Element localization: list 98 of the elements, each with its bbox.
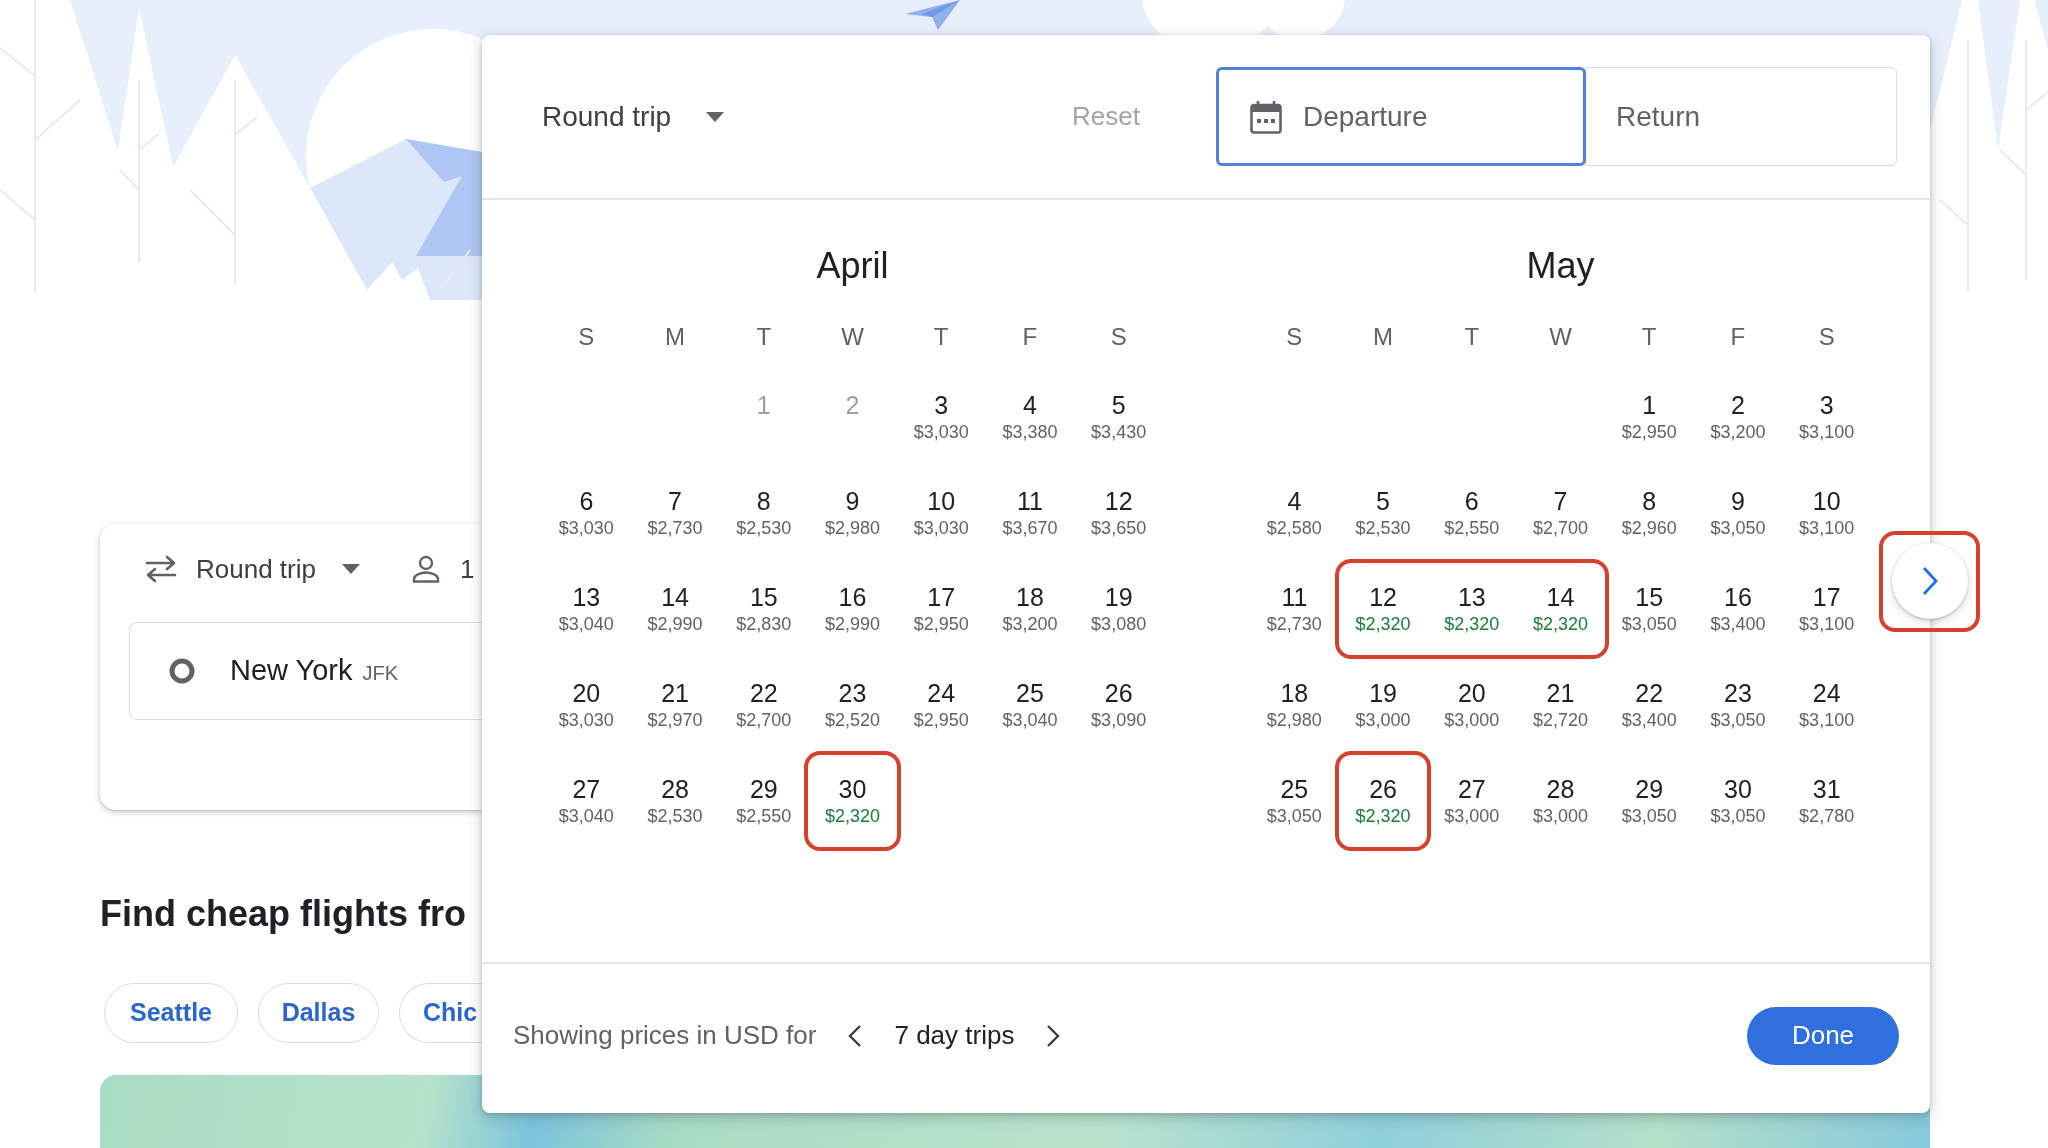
calendar-day[interactable]: 15 $3,050 <box>1604 561 1694 657</box>
calendar-day[interactable]: 30 $2,320 <box>808 753 897 849</box>
calendar-day[interactable]: 15 $2,830 <box>719 561 809 657</box>
weekday-label: W <box>840 322 865 352</box>
calendar-day[interactable]: 23 $3,050 <box>1693 657 1783 753</box>
calendar-day[interactable]: 28 $3,000 <box>1516 753 1605 849</box>
calendar-day[interactable]: 10 $3,100 <box>1782 465 1871 561</box>
calendar-day[interactable]: 1 $2,950 <box>1604 369 1694 465</box>
weekday-label: W <box>1548 322 1573 352</box>
calendar-day[interactable]: 31 $2,780 <box>1782 753 1871 849</box>
month-title: April <box>815 244 890 288</box>
calendar-day[interactable]: 16 $2,990 <box>808 561 897 657</box>
calendar-day[interactable]: 17 $2,950 <box>896 561 986 657</box>
section-heading: Find cheap flights fro <box>100 892 466 936</box>
chevron-left-icon <box>848 1023 863 1048</box>
calendar-day[interactable]: 4 $2,580 <box>1250 465 1339 561</box>
calendar-day[interactable]: 23 $2,520 <box>808 657 897 753</box>
calendar-day[interactable]: 16 $3,400 <box>1693 561 1783 657</box>
date-field[interactable]: Departure <box>1216 67 1586 166</box>
weekday-label: T <box>1463 322 1481 352</box>
calendar-day[interactable]: 20 $3,000 <box>1427 657 1517 753</box>
calendar-day[interactable]: 29 $3,050 <box>1604 753 1694 849</box>
calendar-day[interactable]: 18 $3,200 <box>985 561 1075 657</box>
calendar-day[interactable]: 8 $2,960 <box>1604 465 1694 561</box>
done-button[interactable]: Done <box>1747 1006 1899 1065</box>
origin-field[interactable]: New York JFK <box>129 622 482 720</box>
calendar-day[interactable]: 27 $3,000 <box>1427 753 1517 849</box>
calendar-day[interactable]: 26 $3,090 <box>1074 657 1163 753</box>
weekday-label: T <box>1640 322 1658 352</box>
weekday-label: M <box>1372 322 1395 352</box>
calendar-day[interactable]: 20 $3,030 <box>542 657 631 753</box>
caret-down-icon <box>706 111 725 122</box>
calendar-day[interactable]: 9 $2,980 <box>808 465 897 561</box>
calendar-day[interactable]: 21 $2,970 <box>630 657 720 753</box>
weekday-label: F <box>1021 322 1039 352</box>
weekday-label: T <box>932 322 950 352</box>
calendar-day[interactable]: 3 $3,030 <box>896 369 986 465</box>
swap-arrows-icon <box>145 555 177 583</box>
calendar-day[interactable]: 19 $3,000 <box>1338 657 1428 753</box>
calendar-day[interactable]: 14 $2,990 <box>630 561 720 657</box>
calendar-day[interactable]: 19 $3,080 <box>1074 561 1163 657</box>
trip-type-dropdown[interactable]: Round trip <box>542 95 725 138</box>
calendar-day[interactable]: 30 $3,050 <box>1693 753 1783 849</box>
chevron-right-icon <box>1046 1023 1061 1048</box>
weekday-label: M <box>664 322 687 352</box>
calendar-day[interactable]: 4 $3,380 <box>985 369 1075 465</box>
calendar-day[interactable]: 2 $3,200 <box>1693 369 1783 465</box>
calendar-day[interactable]: 9 $3,050 <box>1693 465 1783 561</box>
calendar-day[interactable]: 13 $3,040 <box>542 561 631 657</box>
month-title: May <box>1525 244 1596 288</box>
ring-icon <box>169 658 195 684</box>
calendar-day[interactable]: 28 $2,530 <box>630 753 720 849</box>
calendar-day[interactable]: 3 $3,100 <box>1782 369 1871 465</box>
calendar-day[interactable]: 12 $3,650 <box>1074 465 1163 561</box>
calendar-day[interactable]: 21 $2,720 <box>1516 657 1605 753</box>
calendar-day[interactable]: 25 $3,050 <box>1250 753 1339 849</box>
trip-type-dropdown[interactable]: Round trip <box>145 549 360 589</box>
calendar-day[interactable]: 6 $3,030 <box>542 465 631 561</box>
caret-down-icon <box>341 564 360 574</box>
calendar-day[interactable]: 27 $3,040 <box>542 753 631 849</box>
chevron-right-icon <box>1922 566 1938 596</box>
calendar-day[interactable]: 10 $3,030 <box>896 465 986 561</box>
calendar-day[interactable]: 22 $2,700 <box>719 657 809 753</box>
calendar-day[interactable]: 8 $2,530 <box>719 465 809 561</box>
calendar-day[interactable]: 26 $2,320 <box>1338 753 1428 849</box>
calendar-day[interactable]: 5 $3,430 <box>1074 369 1163 465</box>
calendar-day[interactable]: 7 $2,730 <box>630 465 720 561</box>
weekday-label: S <box>1285 322 1304 352</box>
destination-chip[interactable]: Seattle <box>104 983 238 1043</box>
calendar-day[interactable]: 14 $2,320 <box>1516 561 1605 657</box>
calendar-day[interactable]: 11 $2,730 <box>1250 561 1339 657</box>
destination-chip[interactable]: Dallas <box>258 983 379 1043</box>
weekday-label: S <box>1817 322 1836 352</box>
paper-plane-icon <box>905 0 960 30</box>
weekday-label: F <box>1729 322 1747 352</box>
calendar-day[interactable]: 12 $2,320 <box>1338 561 1428 657</box>
weekday-label: T <box>755 322 773 352</box>
calendar-day[interactable]: 6 $2,550 <box>1427 465 1517 561</box>
calendar-day[interactable]: 24 $2,950 <box>896 657 986 753</box>
calendar-day[interactable]: 25 $3,040 <box>985 657 1075 753</box>
weekday-label: S <box>577 322 596 352</box>
date-field[interactable]: Return <box>1585 67 1897 166</box>
calendar-day[interactable]: 13 $2,320 <box>1427 561 1517 657</box>
trip-length-text: 7 day trips <box>894 1019 1015 1052</box>
calendar-day[interactable]: 5 $2,530 <box>1338 465 1428 561</box>
calendar-day[interactable]: 7 $2,700 <box>1516 465 1605 561</box>
calendar-day[interactable]: 24 $3,100 <box>1782 657 1871 753</box>
calendar-day[interactable]: 17 $3,100 <box>1782 561 1871 657</box>
weekday-label: S <box>1109 322 1128 352</box>
calendar-day[interactable]: 11 $3,670 <box>985 465 1075 561</box>
calendar-day[interactable]: 18 $2,980 <box>1250 657 1339 753</box>
destination-chip[interactable]: Chic <box>399 983 483 1043</box>
price-currency-note: Showing prices in USD for <box>513 1019 817 1052</box>
calendar-icon <box>1250 99 1282 134</box>
calendar-day[interactable]: 29 $2,550 <box>719 753 809 849</box>
passengers-dropdown[interactable]: 1 <box>411 549 475 589</box>
person-icon <box>411 555 440 583</box>
calendar-day[interactable]: 22 $3,400 <box>1604 657 1694 753</box>
